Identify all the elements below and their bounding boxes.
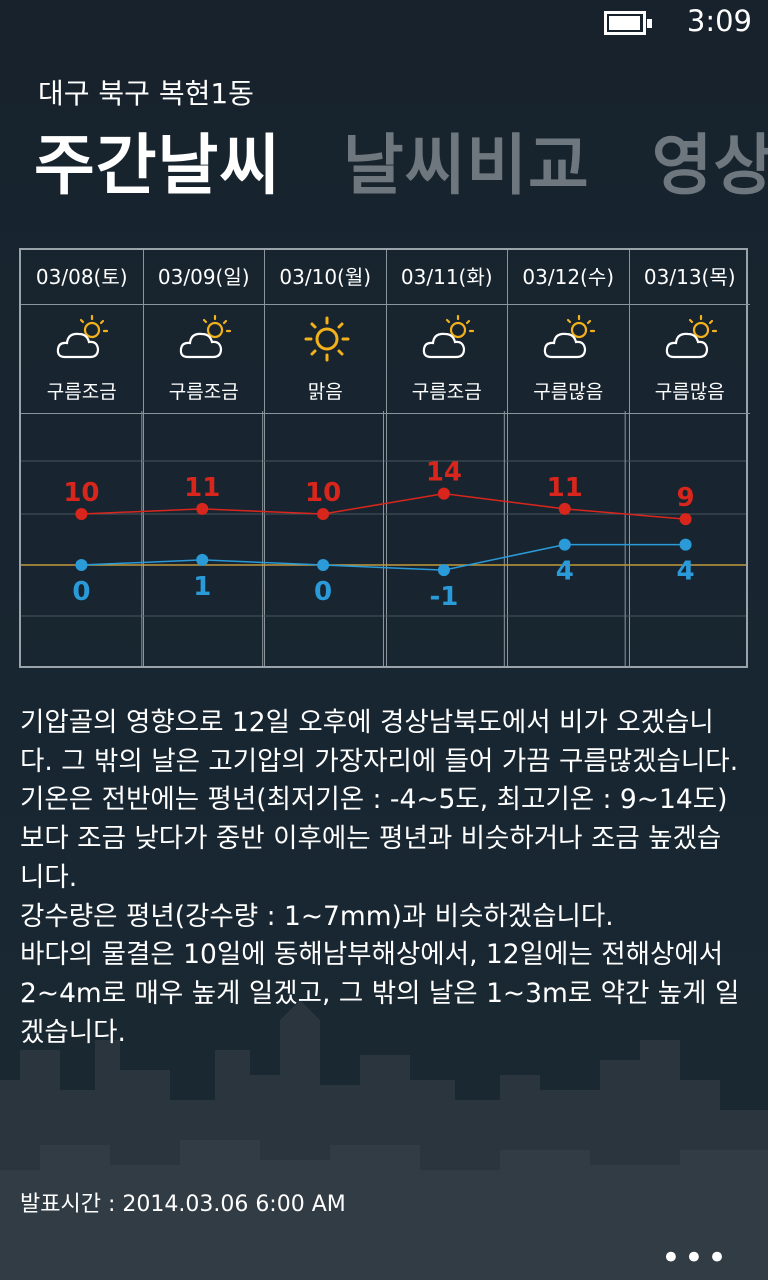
partly-cloudy-icon (543, 314, 596, 359)
high-temp-label: 10 (63, 478, 99, 508)
more-options-button[interactable]: ••• (661, 1238, 730, 1278)
forecast-date: 03/11(화) (386, 250, 507, 305)
forecast-condition: 구름조금 (168, 381, 239, 403)
forecast-condition-cell: 구름조금 (143, 305, 264, 414)
low-temp-label: 0 (314, 577, 332, 607)
forecast-date: 03/09(일) (143, 250, 264, 305)
battery-fill (609, 16, 640, 30)
high-temp-point (317, 508, 330, 520)
low-temp-point (437, 564, 450, 577)
high-temp-label: 9 (677, 483, 695, 513)
temperature-chart: 10 11 101411 90 1 0 -14 4 (21, 411, 746, 666)
forecast-condition: 구름많음 (533, 381, 604, 403)
high-temp-label: 10 (305, 478, 341, 508)
high-temp-label: 14 (426, 458, 462, 488)
low-temp-point (317, 559, 330, 571)
description-paragraph: 기압골의 영향으로 12일 오후에 경상남북도에서 비가 오겠습니다. 그 밖의… (20, 707, 739, 777)
high-temp-point (437, 487, 450, 500)
forecast-condition-cell: 구름조금 (386, 305, 507, 414)
forecast-condition: 구름조금 (411, 381, 482, 403)
tab-weekly-weather[interactable]: 주간날씨 (34, 127, 281, 204)
high-temp-point (196, 502, 209, 515)
high-temp-label: 11 (184, 473, 220, 503)
forecast-condition-cell: 맑음 (265, 305, 386, 414)
forecast-date: 03/13(목) (629, 250, 750, 305)
description-paragraph: 바다의 물결은 10일에 동해남부해상에서, 12일에는 전해상에서 2~4m로… (20, 939, 740, 1048)
high-temp-point (75, 508, 88, 520)
partly-cloudy-icon (665, 314, 717, 359)
sun-icon (304, 316, 350, 362)
low-temp-label: 4 (677, 557, 695, 587)
low-temp-label: 1 (193, 572, 211, 602)
forecast-date: 03/12(수) (508, 250, 629, 305)
description-paragraph: 강수량은 평년(강수량 : 1~7mm)과 비슷하겠습니다. (20, 900, 614, 932)
tab-video[interactable]: 영상 (652, 127, 768, 204)
partly-cloudy-icon (56, 314, 109, 359)
status-bar: 3:09 (0, 0, 768, 50)
forecast-condition: 구름조금 (46, 381, 117, 403)
status-time: 3:09 (686, 4, 752, 38)
high-temp-point (679, 513, 692, 526)
forecast-condition-cell: 구름많음 (629, 305, 750, 414)
high-temp-label: 11 (547, 473, 583, 503)
partly-cloudy-icon (179, 314, 231, 359)
forecast-condition: 구름많음 (654, 381, 725, 403)
low-temp-label: 4 (556, 557, 574, 587)
forecast-date: 03/08(토) (21, 250, 143, 305)
forecast-description: 기압골의 영향으로 12일 오후에 경상남북도에서 비가 오겠습니다. 그 밖의… (20, 704, 740, 1052)
high-temp-point (558, 502, 571, 515)
battery-charging-icon (604, 11, 652, 35)
low-temp-label: -1 (429, 582, 458, 612)
pivot-header: 주간날씨 날씨비교 영상 (34, 112, 768, 208)
low-temp-point (196, 553, 209, 566)
forecast-condition-cell: 구름많음 (508, 305, 629, 414)
low-temp-point (75, 559, 88, 571)
low-temp-point (679, 538, 692, 551)
location-title: 대구 북구 복현1동 (38, 77, 254, 110)
low-temp-label: 0 (72, 577, 90, 607)
forecast-date: 03/10(월) (265, 250, 386, 305)
forecast-condition: 맑음 (307, 381, 343, 403)
low-temp-point (558, 538, 571, 551)
forecast-condition-cell: 구름조금 (21, 305, 143, 414)
tab-weather-compare[interactable]: 날씨비교 (343, 127, 590, 204)
issued-time: 발표시간 : 2014.03.06 6:00 AM (20, 1192, 346, 1217)
description-paragraph: 기온은 전반에는 평년(최저기온 : -4~5도, 최고기온 : 9~14도)보… (20, 784, 728, 893)
partly-cloudy-icon (422, 314, 474, 359)
